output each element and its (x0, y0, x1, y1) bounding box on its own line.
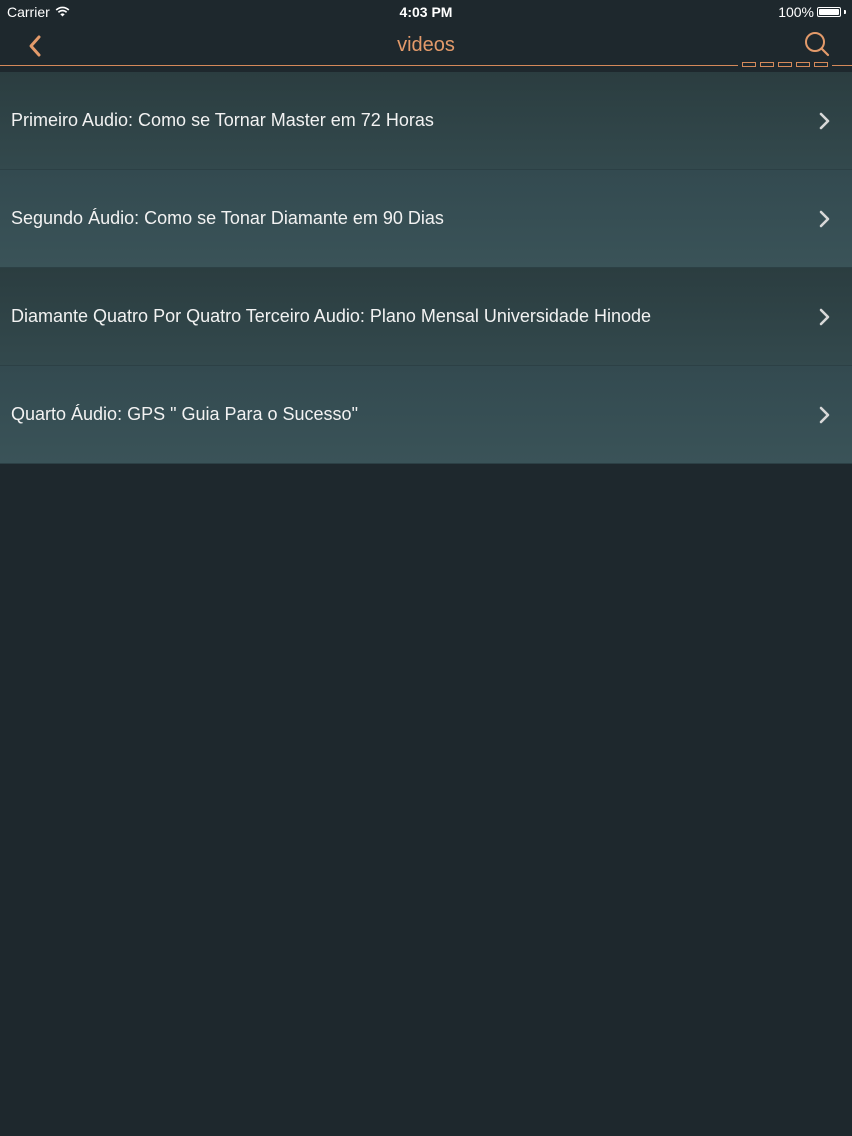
list-item[interactable]: Segundo Áudio: Como se Tonar Diamante em… (0, 170, 852, 268)
status-time: 4:03 PM (399, 4, 453, 20)
page-title: videos (397, 34, 455, 56)
list-item-label: Quarto Áudio: GPS " Guia Para o Sucesso" (11, 404, 358, 424)
list-item[interactable]: Quarto Áudio: GPS " Guia Para o Sucesso" (0, 366, 852, 464)
list-item-label: Segundo Áudio: Como se Tonar Diamante em… (11, 208, 444, 228)
battery-percent: 100% (778, 4, 814, 20)
status-right: 100% (778, 4, 846, 20)
chevron-right-icon (818, 308, 832, 326)
decorative-box (814, 62, 828, 67)
status-bar: Carrier 4:03 PM 100% (0, 0, 852, 24)
decorative-box (742, 62, 756, 67)
battery-icon (817, 7, 841, 17)
decorative-box (796, 62, 810, 67)
list-item[interactable]: Primeiro Audio: Como se Tornar Master em… (0, 72, 852, 170)
battery-tip (844, 10, 846, 14)
decorative-box (760, 62, 774, 67)
navigation-bar: videos (0, 24, 852, 67)
list-item-label: Diamante Quatro Por Quatro Terceiro Audi… (11, 306, 652, 326)
list-item[interactable]: Diamante Quatro Por Quatro Terceiro Audi… (0, 268, 852, 366)
search-button[interactable] (802, 30, 832, 60)
chevron-right-icon (818, 406, 832, 424)
video-list: Primeiro Audio: Como se Tornar Master em… (0, 72, 852, 464)
nav-divider (0, 65, 852, 66)
list-item-label: Primeiro Audio: Como se Tornar Master em… (11, 110, 434, 130)
chevron-right-icon (818, 210, 832, 228)
decorative-box (778, 62, 792, 67)
decorative-boxes (738, 62, 832, 67)
battery-fill (819, 9, 839, 15)
chevron-right-icon (818, 112, 832, 130)
